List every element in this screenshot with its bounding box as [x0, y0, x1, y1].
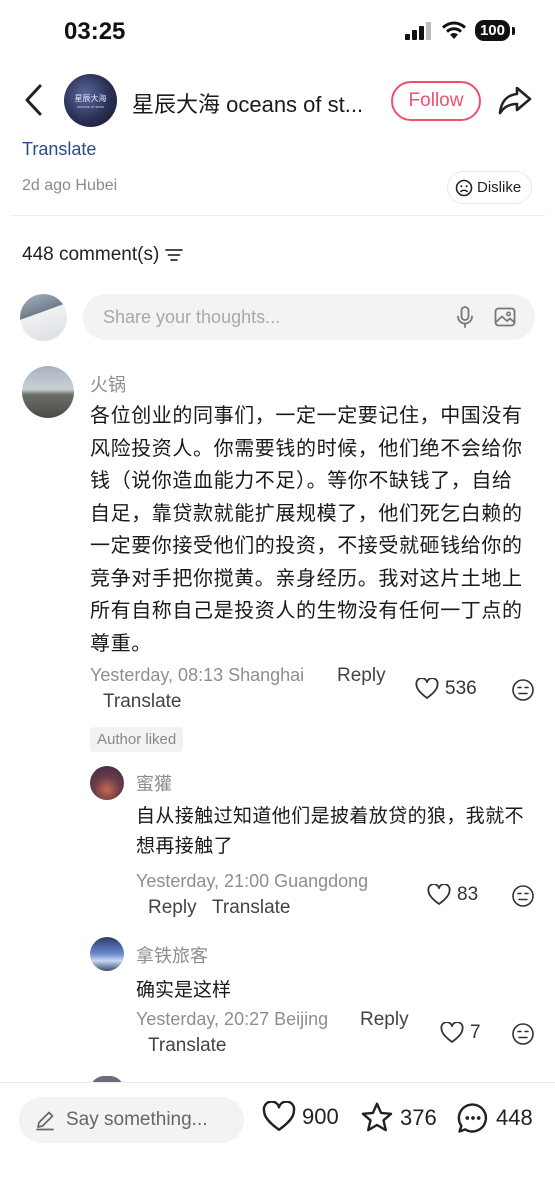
dislike-button[interactable]: Dislike	[447, 171, 533, 204]
comment-count-sort[interactable]: 448 comment(s)	[22, 244, 184, 266]
like-count: 536	[445, 678, 477, 699]
pencil-icon	[36, 1111, 54, 1131]
status-time: 03:25	[64, 18, 126, 45]
post-favorite-button[interactable]: 376	[360, 1101, 437, 1134]
post-comment-button[interactable]: 448	[456, 1101, 533, 1135]
comment-meta: Yesterday, 08:13 Shanghai	[90, 665, 305, 685]
battery-indicator: 100	[474, 20, 510, 41]
sort-icon	[165, 249, 184, 261]
post-meta: 2d ago Hubei	[22, 177, 118, 194]
emoji-react-icon[interactable]	[511, 884, 535, 908]
share-icon	[498, 86, 532, 115]
dislike-label: Dislike	[477, 179, 522, 196]
microphone-icon[interactable]	[453, 305, 477, 329]
heart-icon	[427, 884, 451, 905]
chevron-left-icon	[25, 84, 42, 116]
status-icons: 100	[404, 20, 515, 41]
commenter-avatar[interactable]	[22, 366, 74, 418]
avatar-logo-text: 星辰大海	[74, 93, 107, 103]
follow-button[interactable]: Follow	[391, 81, 481, 121]
post-like-button[interactable]: 900	[262, 1101, 339, 1133]
star-icon	[361, 1102, 393, 1132]
say-something-input[interactable]: Say something...	[19, 1097, 244, 1143]
comment-bubble-icon	[457, 1103, 488, 1133]
comment-like-button[interactable]: 536	[415, 678, 477, 700]
image-icon[interactable]	[493, 305, 517, 329]
author-name[interactable]: 星辰大海 oceans of st...	[132, 87, 377, 119]
current-user-avatar	[20, 294, 67, 341]
reply-body: 确实是这样	[136, 979, 232, 1001]
reply-user-name[interactable]: 蜜獾	[136, 770, 172, 796]
share-button[interactable]	[497, 82, 533, 118]
comment-count-label: 448 comment(s)	[22, 244, 160, 265]
section-divider	[10, 215, 545, 216]
heart-icon	[415, 678, 439, 699]
reply-avatar[interactable]	[90, 937, 124, 971]
reply-button[interactable]: Reply	[360, 1009, 409, 1031]
battery-tip	[512, 26, 515, 35]
reply-user-name[interactable]: 拿铁旅客	[136, 942, 208, 968]
bottom-action-bar: Say something... 900 376 448	[0, 1082, 555, 1200]
emoji-react-icon[interactable]	[511, 678, 535, 702]
wifi-icon	[441, 21, 466, 39]
translate-button[interactable]: Translate	[103, 691, 182, 713]
sad-face-icon	[455, 179, 473, 196]
reply-like-button[interactable]: 83	[427, 884, 478, 906]
heart-icon	[262, 1101, 296, 1131]
cellular-signal-icon	[404, 21, 431, 40]
like-count: 7	[470, 1022, 481, 1043]
back-button[interactable]	[18, 82, 50, 118]
reply-like-button[interactable]: 7	[440, 1022, 481, 1044]
post-favorite-count: 376	[400, 1104, 437, 1130]
translate-button[interactable]: Translate	[212, 897, 291, 919]
reply-button[interactable]: Reply	[337, 665, 386, 687]
comment-input[interactable]	[103, 294, 443, 340]
post-translate-link[interactable]: Translate	[22, 139, 96, 160]
reply-meta: Yesterday, 20:27 Beijing	[136, 1009, 329, 1029]
say-something-placeholder: Say something...	[66, 1109, 208, 1130]
post-like-count: 900	[302, 1104, 339, 1129]
post-comment-count: 448	[496, 1105, 533, 1130]
author-avatar[interactable]: 星辰大海 oceans of stars	[64, 74, 117, 127]
reply-button[interactable]: Reply	[148, 897, 197, 919]
translate-button[interactable]: Translate	[148, 1035, 227, 1057]
reply-body: 自从接触过知道他们是披着放贷的狼，我就不想再接触了	[136, 805, 525, 857]
commenter-name[interactable]: 火锅	[90, 371, 126, 397]
comment-body: 各位创业的同事们，一定一定要记住，中国没有风险投资人。你需要钱的时候，他们绝不会…	[90, 403, 523, 655]
emoji-react-icon[interactable]	[511, 1022, 535, 1046]
like-count: 83	[457, 884, 479, 905]
author-liked-badge: Author liked	[90, 727, 184, 752]
avatar-logo-subtext: oceans of stars	[76, 103, 105, 109]
heart-icon	[440, 1022, 464, 1043]
reply-avatar[interactable]	[90, 766, 124, 800]
comment-composer[interactable]	[83, 294, 535, 340]
reply-meta: Yesterday, 21:00 Guangdong	[136, 871, 369, 891]
